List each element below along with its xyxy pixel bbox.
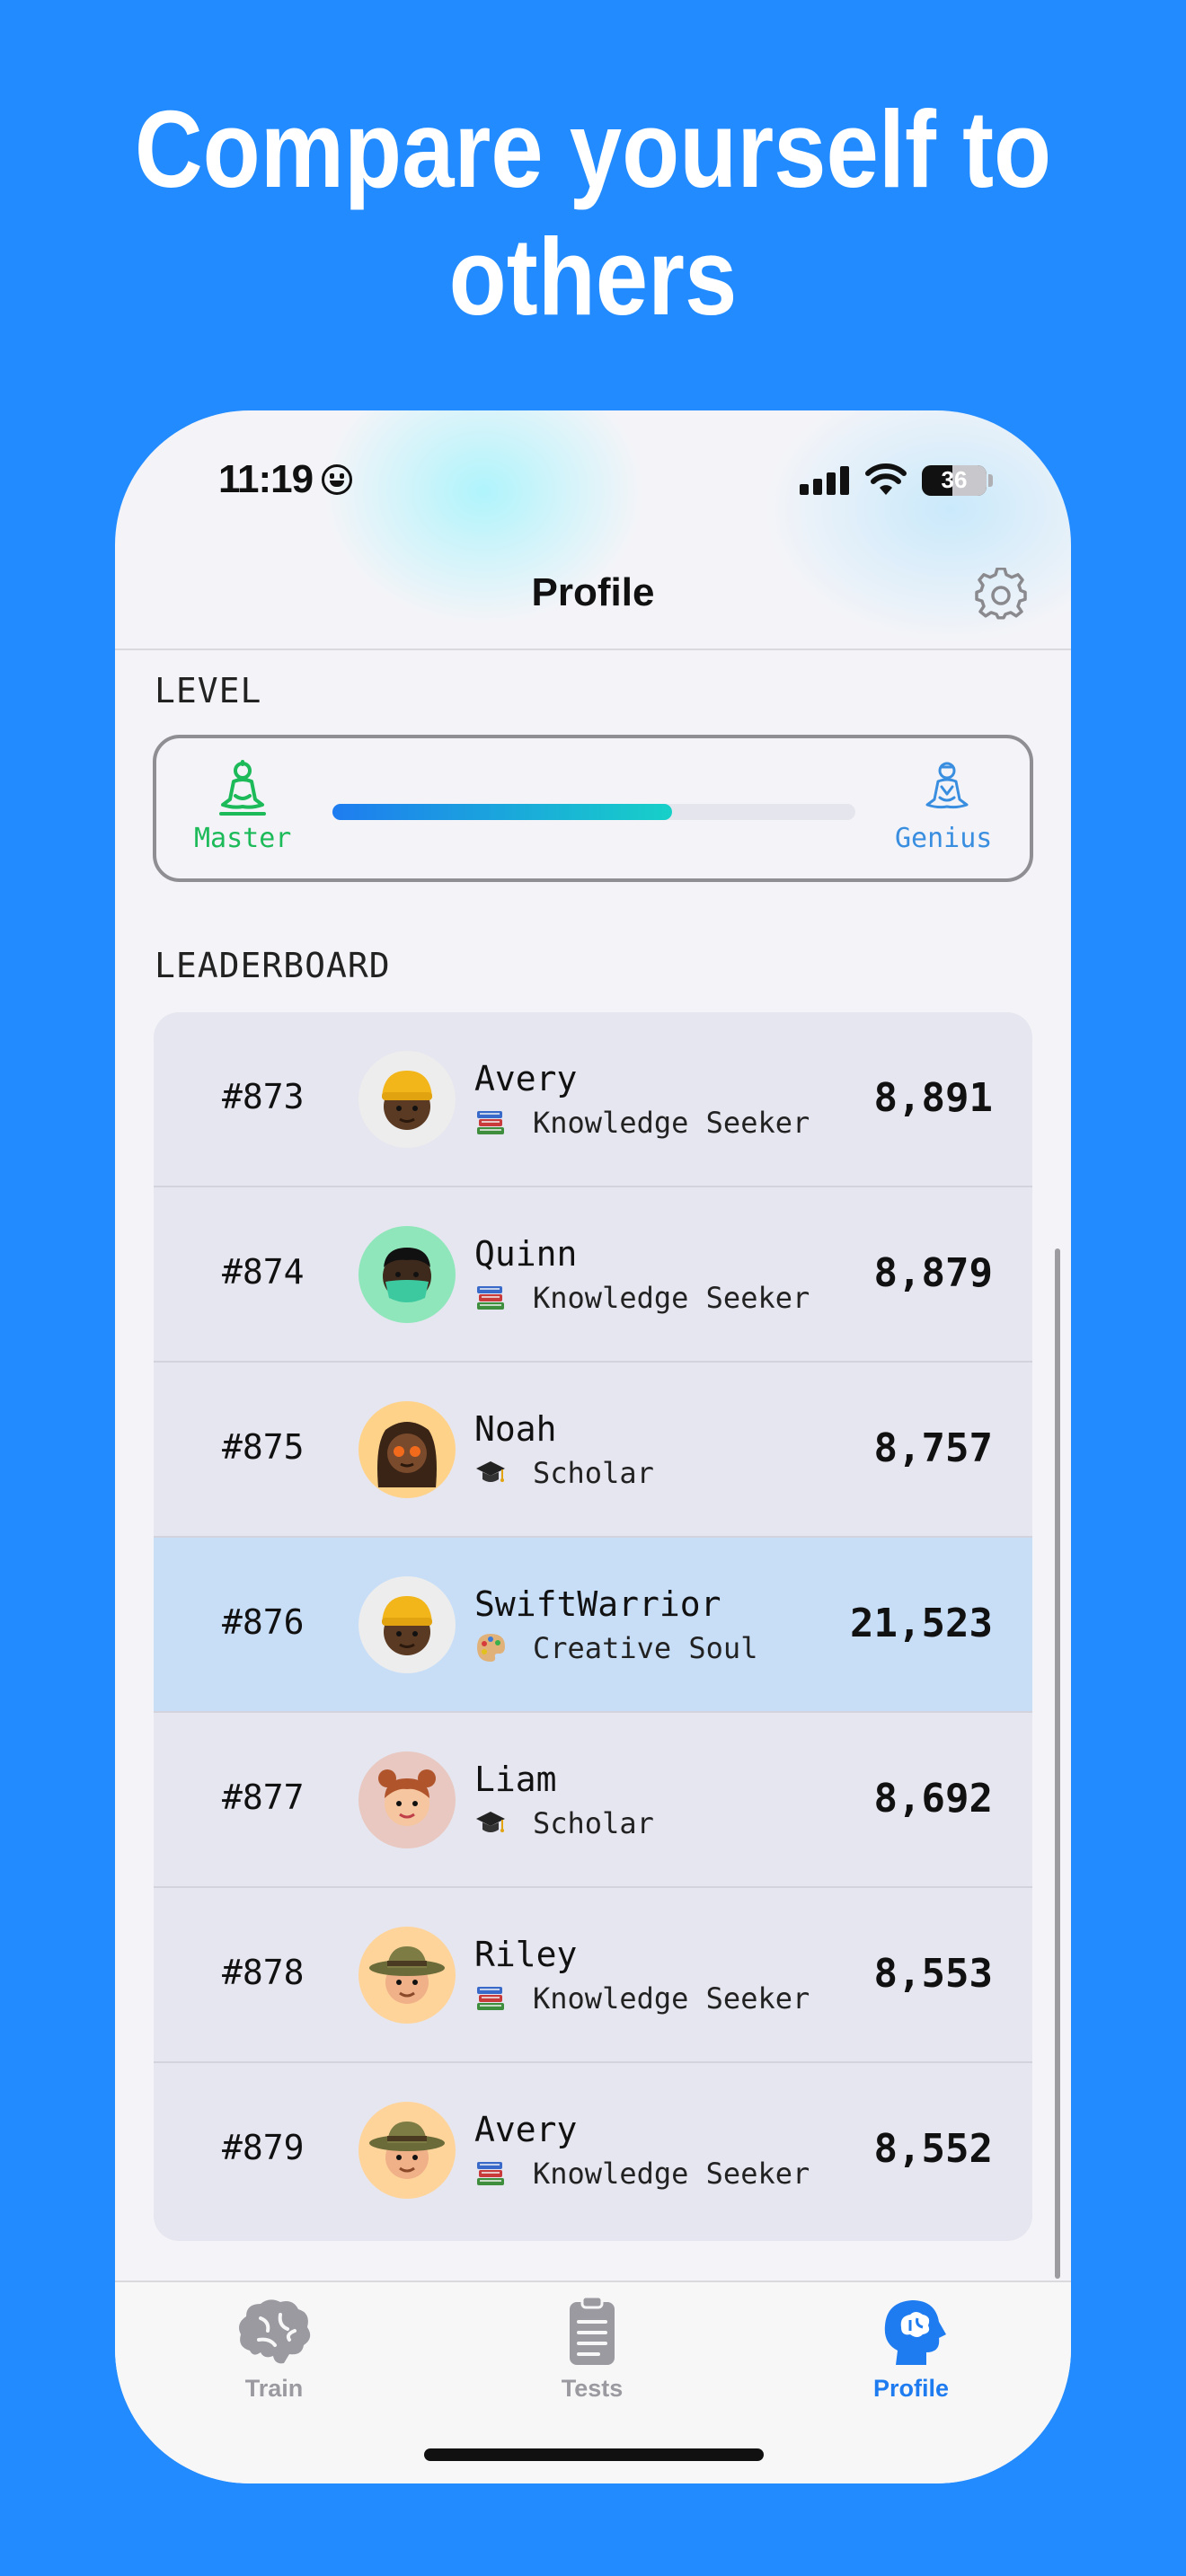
player-title: Knowledge Seeker <box>533 1281 810 1315</box>
smiley-icon <box>322 464 352 495</box>
leaderboard-list[interactable]: #873 Avery Knowledge Seeker 8,891 #874 Quinn K… <box>154 1012 1032 2241</box>
rank-label: #876 <box>222 1602 305 1642</box>
player-score: 21,523 <box>850 1601 993 1646</box>
tab-profile-label: Profile <box>872 2375 950 2402</box>
level-card: Master Genius <box>153 735 1033 882</box>
player-name: Noah <box>474 1409 557 1449</box>
buns-avatar <box>358 1751 456 1848</box>
leaderboard-row[interactable]: #877 Liam Scholar 8,692 <box>154 1713 1032 1888</box>
player-score: 8,552 <box>873 2126 993 2172</box>
player-title: Scholar <box>533 1806 654 1840</box>
current-level-label: Master <box>194 823 292 854</box>
settings-gear-icon[interactable] <box>974 568 1028 622</box>
leaderboard-row[interactable]: #874 Quinn Knowledge Seeker 8,879 <box>154 1187 1032 1363</box>
player-title: Knowledge Seeker <box>533 1106 810 1140</box>
mask-avatar <box>358 1226 456 1323</box>
player-title: Knowledge Seeker <box>533 2157 810 2191</box>
books-icon <box>474 2157 507 2189</box>
status-bar: 11:19 36 <box>115 457 1071 520</box>
rank-label: #875 <box>222 1427 305 1467</box>
level-section-label: LEVEL <box>155 671 262 710</box>
rank-label: #877 <box>222 1778 305 1817</box>
safari-hat-avatar <box>358 2102 456 2199</box>
tab-tests-label: Tests <box>561 2375 624 2402</box>
leaderboard-row-current-user[interactable]: #876 SwiftWarrior Creative Soul 21,523 <box>154 1538 1032 1713</box>
graduation-cap-icon <box>474 1806 507 1839</box>
books-icon <box>474 1981 507 2014</box>
player-score: 8,553 <box>873 1951 993 1997</box>
player-score: 8,757 <box>873 1425 993 1471</box>
player-title: Scholar <box>533 1456 654 1490</box>
player-score: 8,879 <box>873 1250 993 1296</box>
level-progress-fill <box>332 804 673 820</box>
leaderboard-section-label: LEADERBOARD <box>155 946 391 985</box>
brain-icon <box>239 2299 311 2364</box>
next-level-label: Genius <box>895 823 993 854</box>
safari-hat-avatar <box>358 1927 456 2024</box>
player-name: SwiftWarrior <box>474 1584 721 1624</box>
headline: Compare yourself to others <box>134 88 1052 338</box>
books-icon <box>474 1106 507 1138</box>
rank-label: #879 <box>222 2128 305 2167</box>
page-title: Profile <box>531 570 655 614</box>
rank-label: #878 <box>222 1953 305 1992</box>
cellular-signal-icon <box>800 466 850 495</box>
tab-tests[interactable]: Tests <box>502 2295 682 2403</box>
battery-icon: 36 <box>922 465 987 496</box>
rank-label: #874 <box>222 1252 305 1292</box>
clipboard-icon <box>570 2295 615 2365</box>
level-progress-bar <box>332 804 855 820</box>
tab-profile[interactable]: Profile <box>821 2295 1001 2403</box>
palette-icon <box>474 1631 507 1663</box>
battery-level: 36 <box>941 466 968 493</box>
player-title: Creative Soul <box>533 1631 758 1665</box>
scrollbar[interactable] <box>1055 1248 1060 2279</box>
player-name: Riley <box>474 1935 578 1974</box>
wifi-icon <box>865 463 907 495</box>
star-eyes-avatar <box>358 1401 456 1498</box>
player-name: Avery <box>474 2110 578 2149</box>
status-time: 11:19 <box>218 457 314 501</box>
tab-train[interactable]: Train <box>184 2295 364 2403</box>
nav-divider <box>115 648 1071 650</box>
leaderboard-row[interactable]: #878 Riley Knowledge Seeker 8,553 <box>154 1888 1032 2063</box>
player-score: 8,891 <box>873 1075 993 1121</box>
yellow-beanie-avatar <box>358 1576 456 1673</box>
tab-train-label: Train <box>244 2375 304 2402</box>
home-indicator <box>424 2448 764 2461</box>
graduation-cap-icon <box>474 1456 507 1488</box>
leaderboard-row[interactable]: #879 Avery Knowledge Seeker 8,552 <box>154 2063 1032 2238</box>
phone-screen: 11:19 36 Profile LEVEL Master Genius LEA… <box>115 410 1071 2483</box>
leaderboard-row[interactable]: #875 Noah Scholar 8,757 <box>154 1363 1032 1538</box>
player-name: Liam <box>474 1760 557 1799</box>
player-name: Avery <box>474 1059 578 1098</box>
books-icon <box>474 1281 507 1313</box>
master-meditation-icon <box>219 760 266 816</box>
genius-meditation-icon <box>925 762 969 809</box>
player-score: 8,692 <box>873 1776 993 1822</box>
leaderboard-row[interactable]: #873 Avery Knowledge Seeker 8,891 <box>154 1012 1032 1187</box>
head-brain-icon <box>884 2300 946 2365</box>
battery-cap <box>988 474 993 487</box>
rank-label: #873 <box>222 1077 305 1116</box>
player-title: Knowledge Seeker <box>533 1981 810 2016</box>
player-name: Quinn <box>474 1234 578 1274</box>
yellow-beanie-avatar <box>358 1051 456 1148</box>
